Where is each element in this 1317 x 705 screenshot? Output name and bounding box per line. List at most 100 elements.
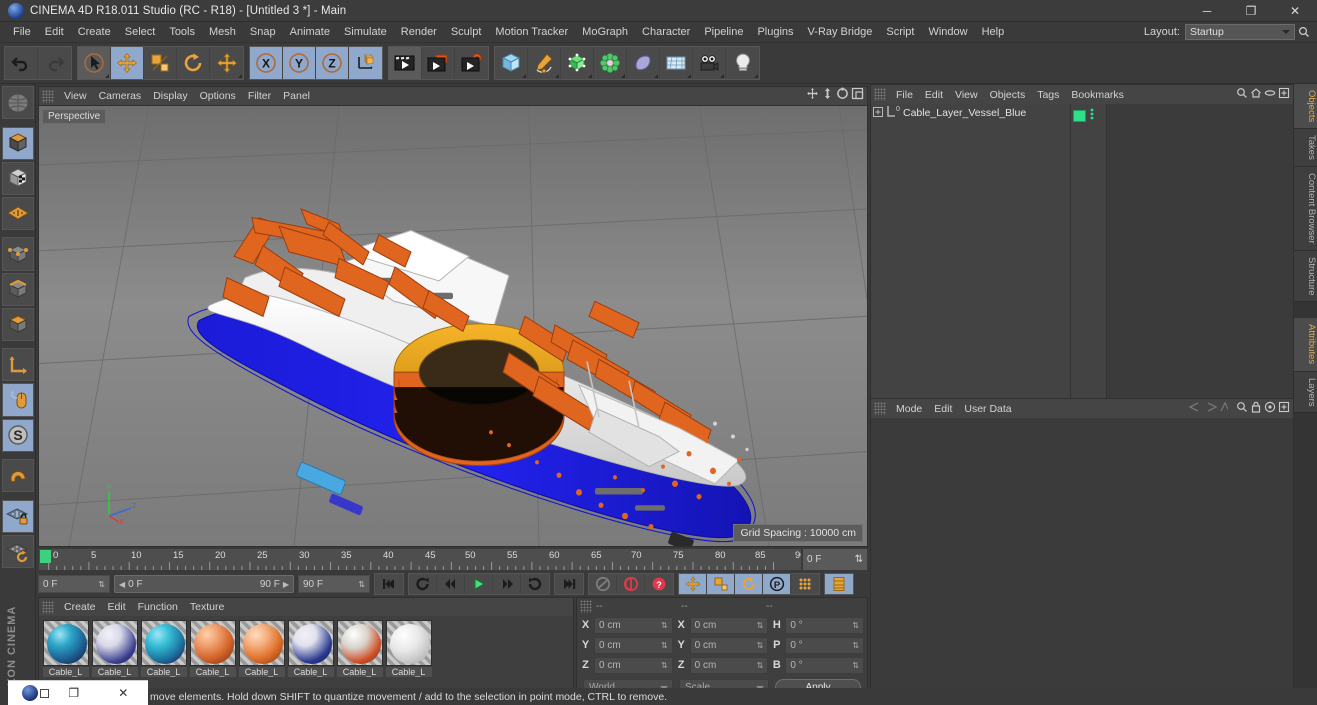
stepper-icon[interactable]: ⇅ (852, 621, 859, 630)
search-icon[interactable] (1295, 24, 1313, 40)
stepper-icon[interactable]: ⇅ (98, 580, 105, 589)
attributes-menu-edit[interactable]: Edit (928, 402, 958, 416)
x-axis-button[interactable]: X (250, 47, 283, 79)
key-rotation-button[interactable] (735, 574, 763, 594)
maximize-button[interactable]: ❐ (1229, 0, 1273, 22)
move-button[interactable] (111, 47, 144, 79)
rotate-button[interactable] (177, 47, 210, 79)
polygons-mode-button[interactable] (1, 307, 34, 341)
expand-icon[interactable] (1278, 400, 1290, 418)
live-selection-button[interactable] (78, 47, 111, 79)
play-button[interactable] (465, 574, 493, 594)
objects-menu-tags[interactable]: Tags (1031, 88, 1065, 102)
taskbar-app-icon[interactable] (22, 685, 38, 701)
menu-file[interactable]: File (6, 24, 38, 40)
object-row[interactable]: 0 Cable_Layer_Vessel_Blue (871, 104, 1070, 122)
dots-icon[interactable] (1089, 107, 1095, 125)
undo-button[interactable] (5, 47, 38, 79)
maximize-view-icon[interactable] (851, 87, 864, 105)
autokey-button[interactable] (589, 574, 617, 594)
viewport-menu-options[interactable]: Options (194, 89, 242, 103)
render-region-button[interactable] (422, 47, 455, 79)
menu-plugins[interactable]: Plugins (750, 24, 800, 40)
menu-tools[interactable]: Tools (162, 24, 202, 40)
viewport-menu-panel[interactable]: Panel (277, 89, 316, 103)
model-mode-button[interactable] (1, 126, 34, 160)
end-frame-field[interactable]: 90 F ⇅ (298, 575, 370, 593)
viewport-menu-filter[interactable]: Filter (242, 89, 277, 103)
material-menu-texture[interactable]: Texture (184, 600, 230, 614)
preview-range-slider[interactable]: ◀ 0 F 90 F ▶ (114, 575, 294, 593)
scene-floor-button[interactable] (660, 47, 693, 79)
size-y-input[interactable]: 0 cm ⇅ (689, 636, 769, 654)
panel-grip-icon[interactable] (42, 600, 54, 614)
goto-end-button[interactable] (555, 574, 583, 594)
menu-vray-bridge[interactable]: V-Ray Bridge (801, 24, 880, 40)
material-swatch[interactable] (91, 620, 138, 666)
stepper-icon[interactable]: ⇅ (852, 641, 859, 650)
rotate-view-icon[interactable] (836, 87, 849, 105)
render-settings-button[interactable] (455, 47, 488, 79)
menu-create[interactable]: Create (71, 24, 118, 40)
menu-simulate[interactable]: Simulate (337, 24, 394, 40)
layer-color-swatch[interactable] (1073, 110, 1086, 122)
loop-button[interactable] (521, 574, 549, 594)
deformer-button[interactable] (594, 47, 627, 79)
perspective-viewport[interactable]: Perspective Grid Spacing : 10000 cm Y Z … (38, 105, 868, 547)
expand-icon[interactable] (1278, 86, 1290, 104)
stepper-icon[interactable]: ⇅ (855, 554, 863, 565)
soft-selection-button[interactable]: S (1, 418, 34, 452)
key-scale-button[interactable] (707, 574, 735, 594)
stepper-icon[interactable]: ⇅ (661, 661, 668, 670)
z-axis-button[interactable]: Z (316, 47, 349, 79)
minimize-button[interactable]: ─ (1185, 0, 1229, 22)
tab-layers[interactable]: Layers (1294, 371, 1317, 414)
tab-attributes[interactable]: Attributes (1294, 318, 1317, 372)
panel-grip-icon[interactable] (874, 88, 886, 101)
objects-menu-view[interactable]: View (949, 88, 984, 102)
position-y-input[interactable]: 0 cm ⇅ (594, 636, 673, 654)
stepper-icon[interactable]: ⇅ (852, 661, 859, 670)
material-swatch[interactable] (385, 620, 432, 666)
rotation-b-input[interactable]: 0 ° ⇅ (785, 656, 865, 674)
current-frame-field[interactable]: 0 F ⇅ (802, 548, 868, 571)
search-icon[interactable] (1236, 86, 1248, 104)
objects-menu-bookmarks[interactable]: Bookmarks (1065, 88, 1130, 102)
position-z-input[interactable]: 0 cm ⇅ (594, 656, 673, 674)
axis-mode-button[interactable] (1, 348, 34, 382)
scale-view-icon[interactable] (821, 87, 834, 105)
attributes-menu-mode[interactable]: Mode (890, 402, 928, 416)
material-menu-create[interactable]: Create (58, 600, 102, 614)
step-forward-button[interactable] (493, 574, 521, 594)
viewport-solo-button[interactable] (1, 383, 34, 417)
points-mode-button[interactable] (1, 237, 34, 271)
material-swatch[interactable] (287, 620, 334, 666)
rotation-p-input[interactable]: 0 ° ⇅ (785, 636, 865, 654)
texture-mode-button[interactable] (1, 161, 34, 195)
menu-motion-tracker[interactable]: Motion Tracker (488, 24, 575, 40)
menu-character[interactable]: Character (635, 24, 697, 40)
stepper-icon[interactable]: ⇅ (661, 621, 668, 630)
spline-pen-button[interactable] (528, 47, 561, 79)
panel-grip-icon[interactable] (580, 600, 592, 613)
menu-render[interactable]: Render (394, 24, 444, 40)
layout-dropdown[interactable]: Startup (1185, 24, 1295, 40)
stepper-icon[interactable]: ⇅ (757, 641, 764, 650)
generator-button[interactable] (561, 47, 594, 79)
home-icon[interactable] (1250, 86, 1262, 104)
menu-window[interactable]: Window (921, 24, 974, 40)
position-x-input[interactable]: 0 cm ⇅ (594, 616, 673, 634)
stepper-icon[interactable]: ⇅ (358, 580, 365, 589)
tab-structure[interactable]: Structure (1294, 250, 1317, 303)
key-position-button[interactable] (679, 574, 707, 594)
material-swatch[interactable] (189, 620, 236, 666)
menu-mesh[interactable]: Mesh (202, 24, 243, 40)
timeline-view-button[interactable] (825, 574, 853, 594)
viewport-menu-view[interactable]: View (58, 89, 93, 103)
planar-workplane-button[interactable] (1, 534, 34, 569)
workplane-button[interactable] (1, 196, 34, 230)
lock-icon[interactable] (1250, 400, 1262, 418)
viewport-menu-cameras[interactable]: Cameras (93, 89, 148, 103)
key-pla-button[interactable] (791, 574, 819, 594)
size-z-input[interactable]: 0 cm ⇅ (689, 656, 769, 674)
